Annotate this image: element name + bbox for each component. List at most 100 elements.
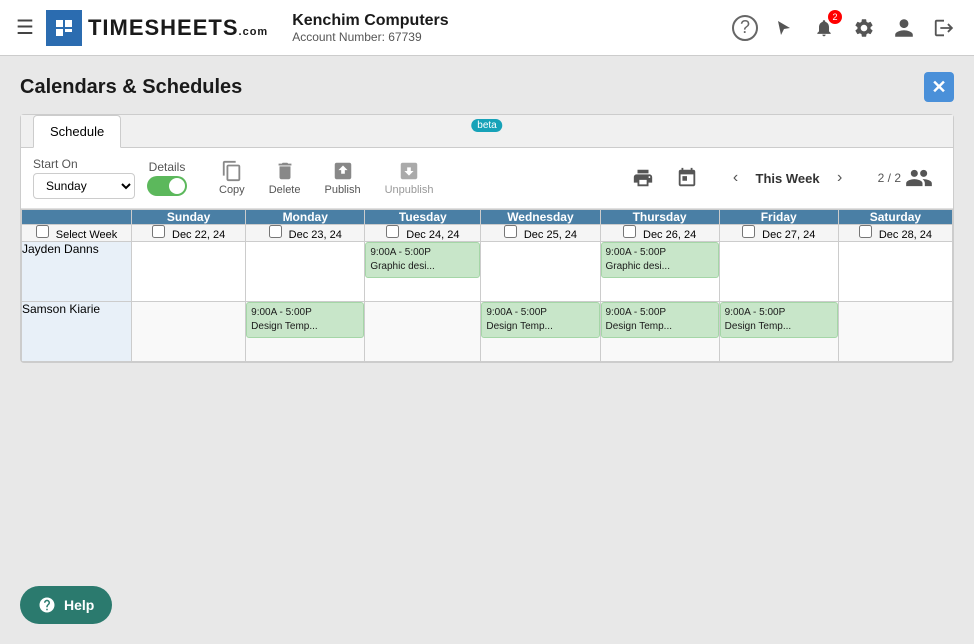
unpublish-button[interactable]: Unpublish [377, 156, 442, 200]
sat-checkbox[interactable] [859, 225, 872, 238]
date-sat: Dec 28, 24 [838, 225, 952, 242]
shift-block[interactable]: 9:00A - 5:00P Graphic desi... [365, 242, 480, 278]
next-week-button[interactable]: › [826, 164, 854, 192]
jayden-sunday[interactable] [132, 242, 246, 302]
date-mon: Dec 23, 24 [246, 225, 365, 242]
week-label: This Week [756, 171, 820, 186]
samson-friday[interactable]: 9:00A - 5:00P Design Temp... [719, 302, 838, 362]
notification-badge: 2 [828, 10, 842, 24]
day-header-row: Sunday Monday Tuesday Wednesday Thursday… [22, 210, 953, 225]
tuesday-header: Tuesday [365, 210, 481, 225]
mon-checkbox[interactable] [269, 225, 282, 238]
logo-icon [46, 10, 82, 46]
samson-wednesday[interactable]: 9:00A - 5:00P Design Temp... [481, 302, 600, 362]
tab-container: Schedule beta Start On Sunday Monday Tue… [20, 114, 954, 363]
close-icon: ✕ [931, 77, 946, 98]
employee-name-jayden: Jayden Danns [22, 242, 132, 302]
unpublish-label: Unpublish [385, 184, 434, 196]
company-name: Kenchim Computers [292, 12, 732, 30]
date-thu: Dec 26, 24 [600, 225, 719, 242]
date-sun: Dec 22, 24 [132, 225, 246, 242]
date-fri: Dec 27, 24 [719, 225, 838, 242]
logo-text: TIMESHEETS.com [88, 15, 268, 41]
group-icon [905, 164, 933, 192]
date-tue: Dec 24, 24 [365, 225, 481, 242]
details-group: Details [147, 160, 187, 196]
jayden-tuesday[interactable]: 9:00A - 5:00P Graphic desi... [365, 242, 481, 302]
shift-block[interactable]: 9:00A - 5:00P Design Temp... [481, 302, 599, 338]
samson-sunday[interactable] [132, 302, 246, 362]
wednesday-header: Wednesday [481, 210, 600, 225]
jayden-saturday[interactable] [838, 242, 952, 302]
table-row: Samson Kiarie 9:00A - 5:00P Design Temp.… [22, 302, 953, 362]
nav-controls: ‹ This Week › [722, 164, 854, 192]
shift-block[interactable]: 9:00A - 5:00P Design Temp... [601, 302, 719, 338]
tue-checkbox[interactable] [386, 225, 399, 238]
page-title: Calendars & Schedules [20, 76, 242, 99]
empty-header [22, 210, 132, 225]
app-header: ☰ TIMESHEETS.com Kenchim Computers Accou… [0, 0, 974, 56]
schedule-table: Sunday Monday Tuesday Wednesday Thursday… [21, 209, 953, 362]
select-week-checkbox[interactable] [36, 225, 49, 238]
help-label: Help [64, 597, 94, 613]
jayden-monday[interactable] [246, 242, 365, 302]
sun-checkbox[interactable] [152, 225, 165, 238]
main-content: Calendars & Schedules ✕ Schedule beta St… [0, 56, 974, 379]
monday-header: Monday [246, 210, 365, 225]
samson-thursday[interactable]: 9:00A - 5:00P Design Temp... [600, 302, 719, 362]
page-header: Calendars & Schedules ✕ [20, 72, 954, 102]
start-on-select[interactable]: Sunday Monday Tuesday Wednesday [33, 173, 135, 199]
details-toggle[interactable] [147, 176, 187, 196]
prev-week-button[interactable]: ‹ [722, 164, 750, 192]
print-button[interactable] [632, 167, 654, 189]
help-icon[interactable]: ? [732, 15, 758, 41]
schedule-table-wrapper: Sunday Monday Tuesday Wednesday Thursday… [21, 209, 953, 362]
fri-checkbox[interactable] [742, 225, 755, 238]
wed-checkbox[interactable] [504, 225, 517, 238]
calendar-view-button[interactable] [676, 167, 698, 189]
sunday-header: Sunday [132, 210, 246, 225]
company-info: Kenchim Computers Account Number: 67739 [292, 12, 732, 44]
profile-icon[interactable] [890, 14, 918, 42]
pager-text: 2 / 2 [878, 171, 901, 185]
toolbar-left: Start On Sunday Monday Tuesday Wednesday… [33, 157, 187, 199]
toolbar: Start On Sunday Monday Tuesday Wednesday… [21, 148, 953, 209]
date-wed: Dec 25, 24 [481, 225, 600, 242]
tab-schedule[interactable]: Schedule [33, 115, 121, 148]
help-button[interactable]: Help [20, 586, 112, 624]
help-icon [38, 596, 56, 614]
shift-block[interactable]: 9:00A - 5:00P Graphic desi... [601, 242, 719, 278]
samson-monday[interactable]: 9:00A - 5:00P Design Temp... [246, 302, 365, 362]
copy-button[interactable]: Copy [211, 156, 253, 200]
beta-badge: beta [471, 119, 502, 132]
start-on-label: Start On [33, 157, 135, 171]
header-icons: ? 2 [732, 14, 958, 42]
start-on-group: Start On Sunday Monday Tuesday Wednesday [33, 157, 135, 199]
thu-checkbox[interactable] [623, 225, 636, 238]
jayden-friday[interactable] [719, 242, 838, 302]
employee-name-samson: Samson Kiarie [22, 302, 132, 362]
pager: 2 / 2 [878, 164, 933, 192]
publish-label: Publish [324, 184, 360, 196]
logo-area: TIMESHEETS.com [46, 10, 268, 46]
jayden-thursday[interactable]: 9:00A - 5:00P Graphic desi... [600, 242, 719, 302]
date-header-row: Select Week Dec 22, 24 Dec 23, 24 D [22, 225, 953, 242]
settings-icon[interactable] [850, 14, 878, 42]
samson-saturday[interactable] [838, 302, 952, 362]
close-button[interactable]: ✕ [924, 72, 954, 102]
thursday-header: Thursday [600, 210, 719, 225]
notifications-button[interactable]: 2 [810, 14, 838, 42]
shift-block[interactable]: 9:00A - 5:00P Design Temp... [246, 302, 364, 338]
details-label: Details [149, 160, 186, 174]
samson-tuesday[interactable] [365, 302, 481, 362]
jayden-wednesday[interactable] [481, 242, 600, 302]
publish-button[interactable]: Publish [316, 156, 368, 200]
cursor-icon [770, 14, 798, 42]
account-number: Account Number: 67739 [292, 30, 732, 44]
logout-icon[interactable] [930, 14, 958, 42]
delete-button[interactable]: Delete [261, 156, 309, 200]
menu-button[interactable]: ☰ [16, 15, 34, 40]
delete-label: Delete [269, 184, 301, 196]
shift-block[interactable]: 9:00A - 5:00P Design Temp... [720, 302, 838, 338]
friday-header: Friday [719, 210, 838, 225]
